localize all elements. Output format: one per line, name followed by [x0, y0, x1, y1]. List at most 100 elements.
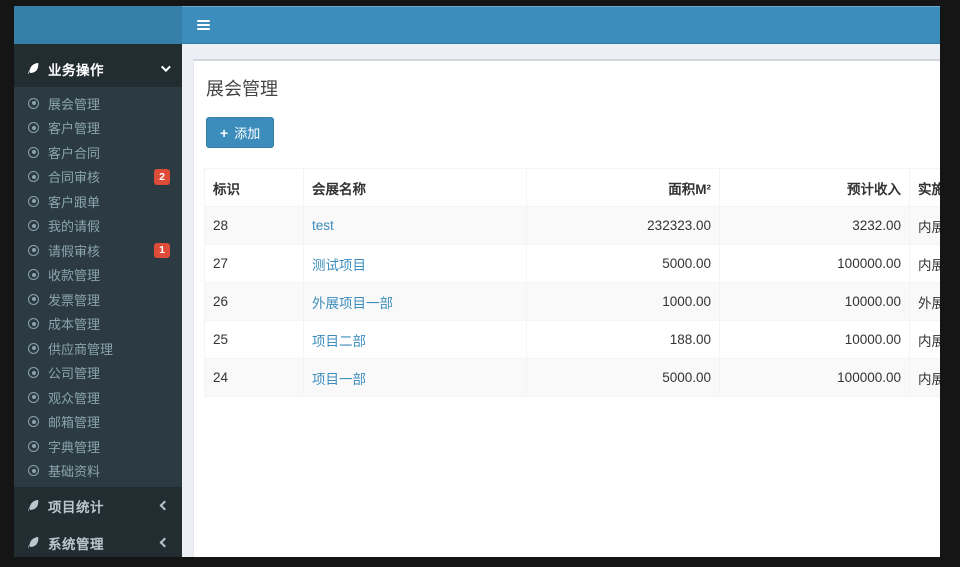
cell-department: 内展项目 — [909, 358, 940, 397]
sidebar-toggle-button[interactable] — [182, 6, 224, 43]
sidebar-item[interactable]: 客户合同 — [14, 140, 182, 165]
sidebar-item-label: 基础资料 — [48, 464, 101, 480]
dot-circle-icon — [28, 195, 39, 207]
cell-income: 10000.00 — [719, 320, 910, 359]
cell-name: test — [303, 206, 527, 245]
notification-badge: 2 — [154, 169, 170, 185]
sidebar-section-header-0[interactable]: 业务操作 — [14, 50, 182, 87]
dot-circle-icon — [28, 171, 39, 183]
sidebar-item-label: 收款管理 — [48, 268, 101, 284]
cell-department: 内展项目 — [909, 320, 940, 359]
notification-badge: 1 — [154, 242, 170, 258]
exhibition-table: 标识会展名称面积M²预计收入实施部门 28 test 232323.003232.0… — [204, 168, 940, 397]
sidebar-item[interactable]: 成本管理 — [14, 312, 182, 337]
dot-circle-icon — [28, 391, 39, 403]
leaf-icon — [26, 62, 40, 75]
sidebar-item-label: 客户管理 — [48, 121, 101, 137]
sidebar-item-label: 观众管理 — [48, 390, 101, 406]
cell-id: 24 — [204, 358, 304, 397]
section-label: 系统管理 — [48, 536, 104, 552]
sidebar-item-label: 公司管理 — [48, 366, 101, 382]
sidebar-item[interactable]: 展会管理 — [14, 91, 182, 116]
dot-circle-icon — [28, 122, 39, 134]
dot-circle-icon — [28, 146, 39, 158]
sidebar-item-label: 发票管理 — [48, 292, 101, 308]
sidebar-section-header-1[interactable]: 项目统计 — [14, 487, 182, 524]
table-row: 25 项目二部 188.0010000.00内展项目 — [204, 320, 940, 359]
sidebar-item[interactable]: 基础资料 — [14, 459, 182, 484]
sidebar-item[interactable]: 收款管理 — [14, 263, 182, 288]
exhibition-name-link[interactable]: test — [312, 218, 334, 233]
sidebar-item[interactable]: 客户跟单 — [14, 189, 182, 214]
sidebar-item-label: 成本管理 — [48, 317, 101, 333]
sidebar-item-label: 客户合同 — [48, 145, 101, 161]
cell-income: 10000.00 — [719, 282, 910, 321]
hamburger-icon — [196, 18, 210, 32]
screenshot-frame: { "colors": { "header-blue": "#3c8dbc", … — [0, 0, 960, 567]
sidebar-item-label: 我的请假 — [48, 219, 101, 235]
exhibition-name-link[interactable]: 测试项目 — [312, 258, 366, 273]
chevron-down-icon — [160, 62, 171, 73]
cell-income: 100000.00 — [719, 244, 910, 283]
chevron-left-icon — [159, 537, 170, 548]
cell-name: 外展项目一部 — [303, 282, 527, 321]
table-row: 27 测试项目 5000.00100000.00内展项目 — [204, 244, 940, 283]
page-title: 展会管理 — [206, 79, 278, 99]
logo-area — [14, 6, 182, 43]
table-row: 26 外展项目一部 1000.0010000.00外展项目 — [204, 282, 940, 321]
sidebar-submenu: 展会管理客户管理客户合同合同审核 2 客户跟单我的请假请假审核 1 收款管理发票管理成本… — [14, 87, 182, 487]
sidebar-item[interactable]: 合同审核 2 — [14, 165, 182, 190]
dot-circle-icon — [28, 97, 39, 109]
cell-area: 188.00 — [526, 320, 720, 359]
sidebar-item[interactable]: 发票管理 — [14, 287, 182, 312]
dot-circle-icon — [28, 220, 39, 232]
column-header: 会展名称 — [303, 168, 527, 207]
leaf-icon — [26, 499, 40, 512]
column-header: 标识 — [204, 168, 304, 207]
sidebar-item[interactable]: 公司管理 — [14, 361, 182, 386]
cell-area: 5000.00 — [526, 358, 720, 397]
sidebar-item[interactable]: 供应商管理 — [14, 336, 182, 361]
sidebar-item[interactable]: 我的请假 — [14, 214, 182, 239]
cell-area: 5000.00 — [526, 244, 720, 283]
cell-income: 100000.00 — [719, 358, 910, 397]
cell-department: 内展项目 — [909, 206, 940, 245]
exhibition-name-link[interactable]: 外展项目一部 — [312, 296, 393, 311]
sidebar-item[interactable]: 请假审核 1 — [14, 238, 182, 263]
sidebar-nav: 业务操作展会管理客户管理客户合同合同审核 2 客户跟单我的请假请假审核 1 收款管理发票… — [14, 44, 182, 557]
table-header-row: 标识会展名称面积M²预计收入实施部门 — [204, 168, 940, 207]
cell-id: 28 — [204, 206, 304, 245]
cell-income: 3232.00 — [719, 206, 910, 245]
dot-circle-icon — [28, 440, 39, 452]
sidebar-item[interactable]: 客户管理 — [14, 116, 182, 141]
exhibition-name-link[interactable]: 项目二部 — [312, 334, 366, 349]
sidebar-item-label: 展会管理 — [48, 96, 101, 112]
column-header: 面积M² — [526, 168, 720, 207]
cell-department: 外展项目 — [909, 282, 940, 321]
exhibition-name-link[interactable]: 项目一部 — [312, 372, 366, 387]
dot-circle-icon — [28, 318, 39, 330]
sidebar-item[interactable]: 字典管理 — [14, 434, 182, 459]
cell-area: 1000.00 — [526, 282, 720, 321]
dot-circle-icon — [28, 293, 39, 305]
section-label: 业务操作 — [48, 62, 104, 78]
cell-id: 25 — [204, 320, 304, 359]
sidebar-item-label: 客户跟单 — [48, 194, 101, 210]
top-navbar — [14, 6, 940, 44]
dot-circle-icon — [28, 269, 39, 281]
add-button[interactable]: + 添加 — [206, 117, 275, 148]
sidebar-item-label: 字典管理 — [48, 439, 101, 455]
sidebar-item[interactable]: 观众管理 — [14, 385, 182, 410]
app-window: 业务操作展会管理客户管理客户合同合同审核 2 客户跟单我的请假请假审核 1 收款管理发票… — [14, 6, 940, 557]
dot-circle-icon — [28, 342, 39, 354]
sidebar-item[interactable]: 邮箱管理 — [14, 410, 182, 435]
table-row: 24 项目一部 5000.00100000.00内展项目 — [204, 358, 940, 397]
sidebar-item-label: 合同审核 — [48, 170, 101, 186]
dot-circle-icon — [28, 465, 39, 477]
cell-department: 内展项目 — [909, 244, 940, 283]
dot-circle-icon — [28, 367, 39, 379]
sidebar-section-header-2[interactable]: 系统管理 — [14, 524, 182, 557]
column-header: 预计收入 — [719, 168, 910, 207]
leaf-icon — [26, 536, 40, 549]
section-label: 项目统计 — [48, 499, 104, 515]
